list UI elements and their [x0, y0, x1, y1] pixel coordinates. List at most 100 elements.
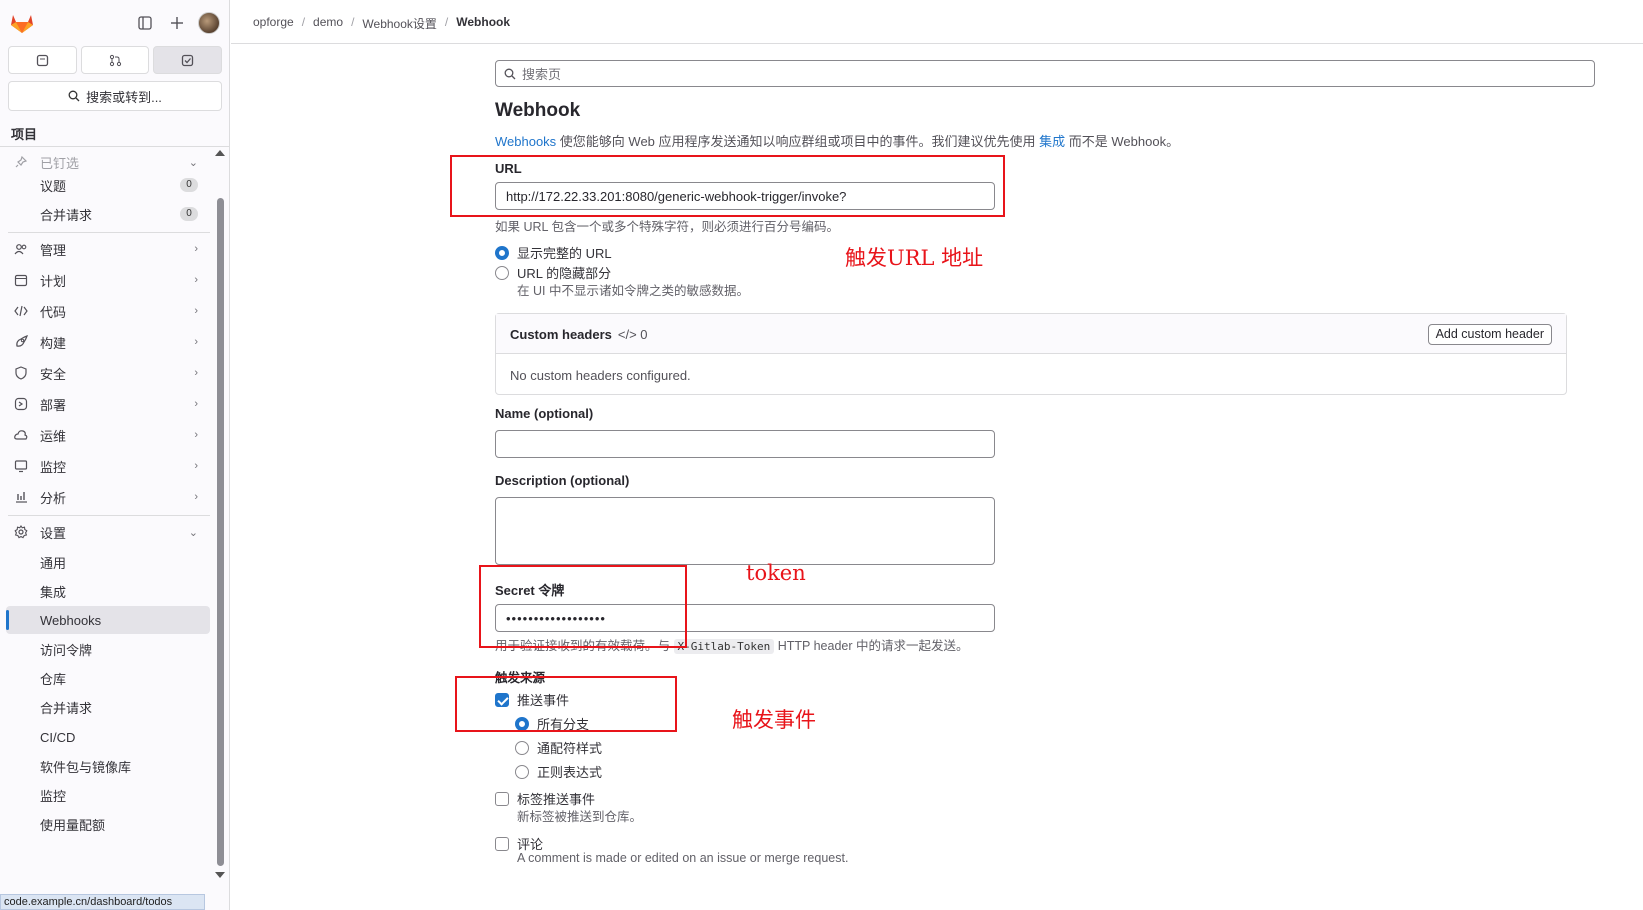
- radio-button[interactable]: [515, 740, 529, 755]
- sidebar-item-label: 安全: [40, 366, 67, 382]
- checkbox[interactable]: [495, 791, 509, 806]
- code-icon: [13, 303, 29, 319]
- breadcrumb-item[interactable]: opforge: [253, 15, 294, 32]
- scrollbar-thumb[interactable]: [217, 198, 224, 866]
- sidebar-scrollbar[interactable]: [214, 150, 226, 878]
- plus-icon[interactable]: [166, 12, 188, 34]
- chevron-right-icon: ›: [194, 460, 198, 472]
- sidebar-item-deploy[interactable]: 部署 ›: [0, 389, 210, 419]
- sidebar-item-plan[interactable]: 计划 ›: [0, 265, 210, 295]
- url-annotation-text: 触发URL 地址: [845, 246, 984, 270]
- webhooks-docs-link[interactable]: Webhooks: [495, 134, 556, 149]
- sidebar-subitem-cicd[interactable]: CI/CD: [0, 723, 210, 751]
- todos-tab[interactable]: [153, 46, 223, 74]
- merge-requests-tab[interactable]: [80, 46, 150, 74]
- chevron-right-icon: ›: [194, 491, 198, 503]
- radio-label: 显示完整的 URL: [517, 246, 612, 261]
- sidebar-subitem-monitor[interactable]: 监控: [0, 781, 210, 809]
- sidebar-item-label: 部署: [40, 397, 67, 413]
- sidebar-item-label: 合并请求: [40, 207, 93, 223]
- breadcrumb-separator: /: [444, 15, 449, 29]
- breadcrumb-item[interactable]: Webhook设置: [362, 15, 436, 32]
- sidebar-item-operate[interactable]: 运维 ›: [0, 420, 210, 450]
- token-annotation-box: [479, 565, 687, 648]
- top-bar: opforge / demo / Webhook设置 / Webhook: [231, 0, 1643, 44]
- radio-button[interactable]: [495, 265, 509, 280]
- radio-button-selected[interactable]: [495, 245, 509, 260]
- name-field[interactable]: [495, 430, 995, 458]
- scroll-down-arrow-icon[interactable]: [215, 872, 225, 878]
- sidebar-subitem-repository[interactable]: 仓库: [0, 664, 210, 692]
- scroll-up-arrow-icon[interactable]: [215, 150, 225, 156]
- gitlab-logo-icon[interactable]: [10, 12, 34, 34]
- browser-status-url: code.example.cn/dashboard/todos: [0, 894, 205, 910]
- gear-icon: [13, 524, 29, 540]
- tag-push-help: 新标签被推送到仓库。: [517, 810, 643, 824]
- event-annotation-text: 触发事件: [732, 708, 816, 732]
- sidebar-item-label: CI/CD: [40, 729, 76, 745]
- avatar[interactable]: [198, 12, 220, 34]
- project-section-title: 项目: [11, 127, 38, 142]
- sidebar-item-manage[interactable]: 管理 ›: [0, 234, 210, 264]
- integrations-link[interactable]: 集成: [1039, 134, 1065, 149]
- sidebar-item-issues[interactable]: 议题 0: [0, 170, 210, 200]
- issues-tab[interactable]: [8, 46, 77, 74]
- sidebar-item-analyze[interactable]: 分析 ›: [0, 482, 210, 512]
- sidebar-subitem-packages[interactable]: 软件包与镜像库: [0, 752, 210, 780]
- search-page-input[interactable]: 搜索页: [495, 60, 1595, 87]
- search-or-goto-button[interactable]: 搜索或转到...: [8, 81, 222, 111]
- add-custom-header-button[interactable]: Add custom header: [1427, 324, 1552, 345]
- sidebar-item-monitor[interactable]: 监控 ›: [0, 451, 210, 481]
- breadcrumb-item[interactable]: demo: [313, 15, 343, 32]
- divider: [8, 515, 210, 516]
- chart-icon: [13, 489, 29, 505]
- sidebar-subitem-general[interactable]: 通用: [0, 548, 210, 576]
- radio-wildcard[interactable]: 通配符样式: [515, 738, 602, 757]
- sidebar-item-label: 使用量配额: [40, 817, 106, 833]
- description-text: 而不是 Webhook。: [1065, 134, 1180, 149]
- custom-headers-count: </> 0: [618, 327, 648, 342]
- sidebar-item-label: 仓库: [40, 671, 67, 687]
- sidebar-subitem-integrations[interactable]: 集成: [0, 577, 210, 605]
- sidebar-subitem-webhooks[interactable]: Webhooks: [6, 606, 210, 634]
- event-annotation-box: [455, 676, 677, 732]
- custom-headers-title-text: Custom headers: [510, 327, 612, 342]
- sidebar-item-label: 合并请求: [40, 700, 93, 716]
- description-label: Description (optional): [495, 473, 630, 488]
- sidebar-item-label: 管理: [40, 242, 67, 258]
- sidebar-item-security[interactable]: 安全 ›: [0, 358, 210, 388]
- todo-check-icon: [182, 54, 194, 66]
- sidebar-item-label: 代码: [40, 304, 67, 320]
- sidebar-subitem-access-tokens[interactable]: 访问令牌: [0, 635, 210, 663]
- sidebar-item-label: 议题: [40, 178, 67, 194]
- radio-regex[interactable]: 正则表达式: [515, 762, 602, 781]
- issues-icon: [36, 54, 48, 66]
- monitor-icon: [13, 458, 29, 474]
- radio-show-full-url[interactable]: 显示完整的 URL: [495, 243, 612, 262]
- sidebar-subitem-merge-requests[interactable]: 合并请求: [0, 693, 210, 721]
- name-label: Name (optional): [495, 406, 594, 421]
- custom-headers-card: Custom headers </> 0 Add custom header N…: [495, 313, 1567, 395]
- chevron-down-icon: ⌄: [188, 156, 198, 169]
- checkbox[interactable]: [495, 836, 509, 851]
- breadcrumb-current[interactable]: Webhook: [456, 15, 510, 32]
- sidebar-item-label: 分析: [40, 490, 67, 506]
- description-textarea[interactable]: [495, 497, 995, 565]
- sidebar-item-merge-requests[interactable]: 合并请求 0: [0, 199, 210, 229]
- chevron-right-icon: ›: [194, 398, 198, 410]
- secret-header-code: X-Gitlab-Token: [673, 639, 775, 654]
- sidebar-item-label: 设置: [40, 525, 67, 541]
- chevron-right-icon: ›: [194, 367, 198, 379]
- radio-button[interactable]: [515, 764, 529, 779]
- page-description: Webhooks 使您能够向 Web 应用程序发送通知以响应群组或项目中的事件。…: [495, 131, 1179, 150]
- sidebar-toggle-icon[interactable]: [134, 12, 156, 34]
- divider: [8, 232, 210, 233]
- comments-help: A comment is made or edited on an issue …: [517, 851, 849, 865]
- sidebar-item-code[interactable]: 代码 ›: [0, 296, 210, 326]
- sidebar-subitem-usage-quotas[interactable]: 使用量配额: [0, 810, 210, 838]
- breadcrumb: opforge / demo / Webhook设置 / Webhook: [253, 15, 510, 32]
- merge-request-icon: [109, 54, 121, 66]
- sidebar-item-settings[interactable]: 设置 ⌄: [0, 517, 210, 547]
- chevron-right-icon: ›: [194, 429, 198, 441]
- sidebar-item-build[interactable]: 构建 ›: [0, 327, 210, 357]
